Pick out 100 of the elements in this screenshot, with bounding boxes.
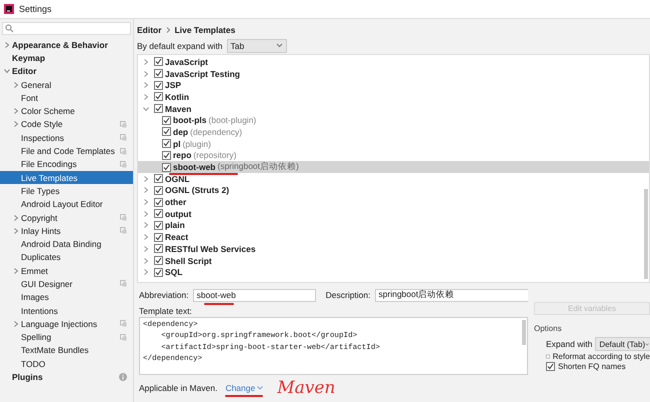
chevron-down-icon (4, 68, 10, 74)
checkbox[interactable] (546, 362, 555, 371)
sidebar-item[interactable]: GUI Designer (0, 277, 133, 291)
template-description: (repository) (193, 150, 236, 160)
template-group-row[interactable]: Maven (138, 102, 649, 114)
expand-with-label: By default expand with (137, 40, 223, 50)
checkbox[interactable] (154, 198, 163, 207)
sidebar-item[interactable]: Live Templates (0, 170, 133, 184)
checkbox[interactable] (154, 209, 163, 218)
template-group-row[interactable]: OGNL (Struts 2) (138, 184, 649, 196)
sidebar-item[interactable]: Inlay Hints (0, 224, 133, 238)
template-row[interactable]: pl (plugin) (138, 138, 649, 150)
sidebar-item[interactable]: Duplicates (0, 250, 133, 264)
caret-icon (276, 43, 283, 48)
expand-with-label: Expand with (546, 339, 592, 349)
chevron-right-icon (4, 42, 10, 48)
checkbox[interactable] (162, 139, 171, 148)
sidebar-item[interactable]: Inspections (0, 131, 133, 144)
expand-dropdown[interactable]: Tab (226, 38, 287, 52)
sidebar-item[interactable]: TextMate Bundles (0, 344, 133, 358)
template-group-row[interactable]: Kotlin (138, 91, 649, 103)
search-field[interactable] (2, 22, 131, 35)
template-group-row[interactable]: Shell Script (138, 254, 649, 266)
template-description: (plugin) (182, 138, 211, 149)
sidebar-item[interactable]: Editor (0, 64, 133, 78)
sidebar-item[interactable]: Appearance & Behavior (0, 38, 133, 52)
sidebar-item[interactable]: File Encodings (0, 158, 133, 171)
underline-mark (169, 173, 238, 176)
template-group-row[interactable]: other (138, 196, 649, 208)
copy-icon (120, 280, 127, 288)
chevron-right-icon (13, 228, 19, 234)
template-row[interactable]: dep (dependency) (138, 126, 649, 138)
checkbox[interactable] (154, 186, 163, 195)
sidebar-item[interactable]: Android Layout Editor (0, 198, 133, 211)
checkbox[interactable] (162, 116, 171, 125)
sidebar-item[interactable]: General (0, 78, 133, 92)
template-group-row[interactable]: output (138, 208, 649, 220)
checkbox[interactable] (154, 104, 163, 114)
checkbox[interactable] (162, 162, 171, 172)
template-description: (springboot启动依赖) (218, 161, 299, 174)
template-description: (dependency) (190, 126, 242, 137)
breadcrumb-item[interactable]: Editor (137, 25, 162, 35)
sidebar-item[interactable]: File Types (0, 184, 133, 198)
sidebar-item[interactable]: Images (0, 290, 133, 304)
checkbox[interactable] (546, 352, 550, 361)
sidebar-item[interactable]: Intentions (0, 304, 133, 318)
sidebar-item[interactable]: Plugins (0, 370, 133, 384)
checkbox[interactable] (154, 174, 163, 184)
template-group-row[interactable]: SQL (138, 266, 649, 278)
checkbox[interactable] (154, 268, 163, 277)
sidebar-item[interactable]: TODO (0, 357, 133, 370)
app-icon (4, 4, 14, 14)
template-group-row[interactable]: JSP (138, 79, 649, 92)
underline-mark (204, 302, 234, 304)
checkbox[interactable] (154, 256, 163, 266)
sidebar-item[interactable]: Language Injections (0, 317, 133, 331)
template-group-row[interactable]: React (138, 231, 649, 243)
sidebar-item[interactable]: Code Style (0, 118, 133, 132)
checkbox-label: Reformat according to style (552, 352, 650, 361)
checkbox[interactable] (154, 80, 163, 90)
checkbox[interactable] (154, 69, 163, 78)
template-row[interactable]: boot-pls (boot-plugin) (138, 114, 649, 126)
caret-icon (645, 342, 650, 346)
checkbox[interactable] (162, 150, 171, 160)
checkbox[interactable] (154, 57, 163, 66)
checkbox[interactable] (154, 220, 163, 230)
sidebar-item[interactable]: File and Code Templates (0, 144, 133, 158)
template-group-row[interactable]: plain (138, 220, 649, 232)
search-icon (5, 24, 14, 33)
sidebar-item[interactable]: Spelling (0, 330, 133, 344)
expand-dropdown[interactable]: Default (Tab) (595, 337, 650, 351)
window-title: Settings (19, 4, 52, 14)
sidebar-item[interactable]: Android Data Binding (0, 237, 133, 251)
template-group-row[interactable]: OGNL (138, 172, 649, 185)
description-field[interactable]: springboot启动依赖 (374, 288, 528, 302)
checkbox[interactable] (154, 92, 163, 102)
breadcrumb-item: Live Templates (174, 25, 236, 35)
change-link[interactable]: Change (225, 383, 264, 393)
checkbox[interactable] (154, 244, 163, 254)
sidebar-item[interactable]: Emmet (0, 264, 133, 278)
template-row[interactable]: sboot-web (springboot启动依赖) (138, 161, 649, 173)
checkbox[interactable] (162, 127, 171, 136)
sidebar-item[interactable]: Copyright (0, 210, 133, 224)
sidebar-item[interactable]: Font (0, 91, 133, 104)
description-label: Description: (326, 290, 371, 300)
caret-icon (257, 386, 264, 390)
chevron-right-icon (13, 320, 19, 327)
sidebar-item[interactable]: Keymap (0, 51, 133, 65)
scrollbar (522, 320, 526, 345)
chevron-right-icon (13, 268, 19, 274)
template-group-row[interactable]: JavaScript Testing (138, 68, 649, 80)
template-text-label: Template text: (139, 306, 193, 317)
checkbox[interactable] (154, 232, 163, 242)
template-row[interactable]: repo (repository) (138, 150, 649, 162)
sidebar-item[interactable]: Color Scheme (0, 104, 133, 118)
chevron-right-icon (13, 82, 19, 88)
chevron-right-icon (13, 214, 19, 220)
template-group-row[interactable]: JavaScript (138, 56, 649, 68)
template-group-row[interactable]: RESTful Web Services (138, 243, 649, 255)
applicable-context-text: Applicable in Maven. (139, 383, 218, 393)
